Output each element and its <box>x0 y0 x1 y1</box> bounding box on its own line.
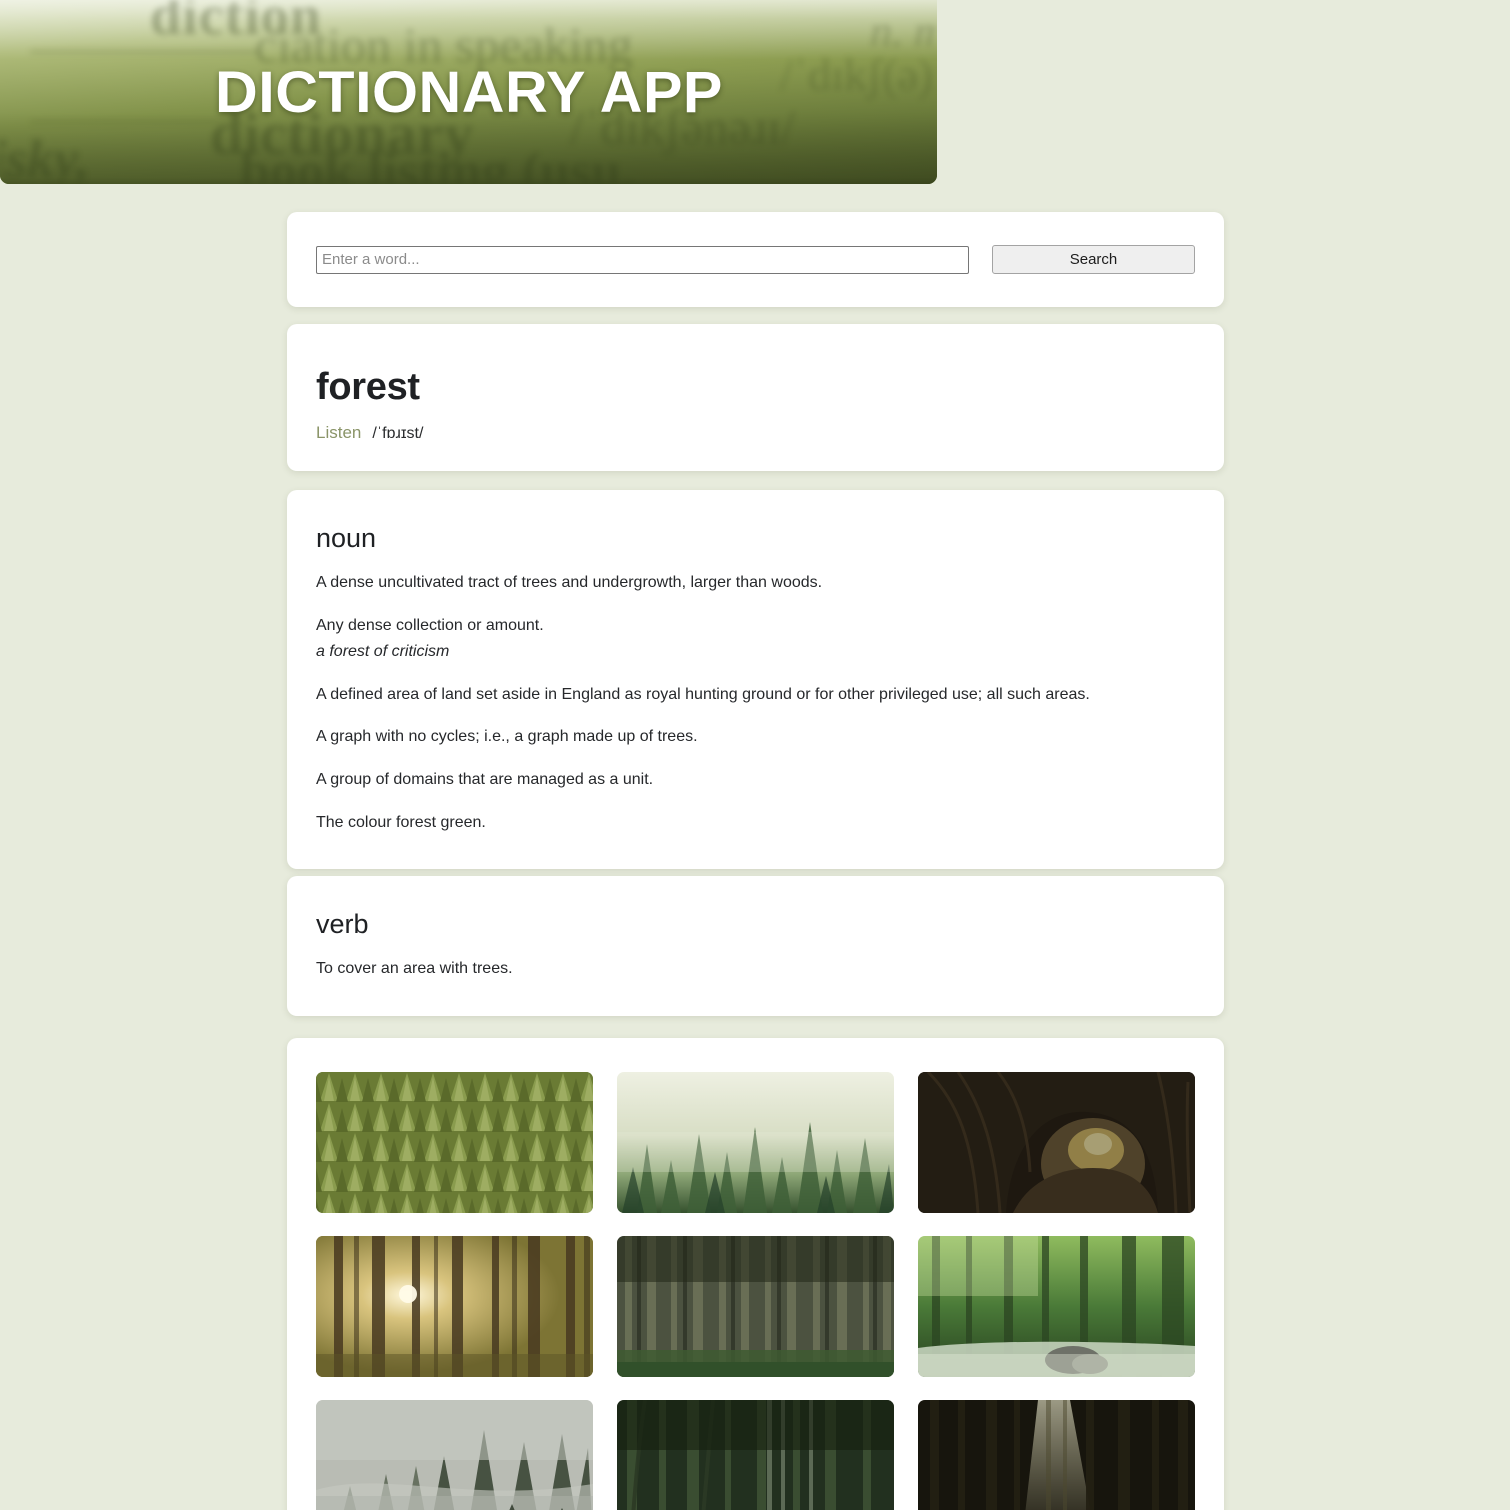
gallery-image-light-shaft-dark-forest[interactable] <box>918 1400 1195 1510</box>
definition-item: Any dense collection or amount. a forest… <box>316 615 1195 663</box>
definition-item: To cover an area with trees. <box>316 958 1195 980</box>
gallery-image-foggy-pine-slope[interactable] <box>316 1400 593 1510</box>
search-card: Search <box>287 212 1224 307</box>
gallery-image-sunburst-through-trunks[interactable] <box>316 1236 593 1377</box>
search-input[interactable] <box>316 245 969 274</box>
gallery-image-dark-tree-tunnel[interactable] <box>918 1072 1195 1213</box>
gallery-image-aerial-conifer-canopy[interactable] <box>316 1072 593 1213</box>
app-header: diction /ˈdɪkʃ(ə)n/ ciation in speaking … <box>0 0 937 184</box>
page-title: DICTIONARY APP <box>214 59 723 125</box>
image-gallery-grid <box>316 1072 1195 1510</box>
gallery-image-misty-spruce-ridge[interactable] <box>617 1072 894 1213</box>
definition-item: A graph with no cycles; i.e., a graph ma… <box>316 726 1195 748</box>
gallery-image-tall-straight-pines[interactable] <box>617 1236 894 1377</box>
definition-item: A group of domains that are managed as a… <box>316 769 1195 791</box>
definition-example: a forest of criticism <box>316 643 450 661</box>
definition-text: To cover an area with trees. <box>316 960 513 977</box>
definition-item: A defined area of land set aside in Engl… <box>316 684 1195 706</box>
word-card: forest Listen /ˈfɒɹɪst/ <box>287 324 1224 471</box>
definition-text: A group of domains that are managed as a… <box>316 770 654 788</box>
pronunciation-row: Listen /ˈfɒɹɪst/ <box>316 423 1195 443</box>
image-gallery-card <box>287 1038 1224 1510</box>
search-button[interactable]: Search <box>992 245 1195 274</box>
phonetic-transcription: /ˈfɒɹɪst/ <box>372 425 424 442</box>
gallery-image-dark-green-pine-stand[interactable] <box>617 1400 894 1510</box>
headword: forest <box>316 366 420 408</box>
definition-text: A defined area of land set aside in Engl… <box>316 685 1090 703</box>
header-bg-word: risky, <box>0 129 90 184</box>
gallery-image-mossy-stream-forest[interactable] <box>918 1236 1195 1377</box>
definition-item: A dense uncultivated tract of trees and … <box>316 572 1195 594</box>
part-of-speech-noun: noun A dense uncultivated tract of trees… <box>287 490 1224 870</box>
header-bg-word: book listing (usu. <box>240 141 635 184</box>
part-of-speech-verb: verb To cover an area with trees. <box>287 876 1224 1016</box>
part-of-speech-title: noun <box>316 523 377 553</box>
definition-text: Any dense collection or amount. <box>316 616 544 634</box>
definition-text: A dense uncultivated tract of trees and … <box>316 574 823 591</box>
listen-button[interactable]: Listen <box>316 423 361 443</box>
definition-text: A graph with no cycles; i.e., a graph ma… <box>316 728 698 746</box>
definition-text: The colour forest green. <box>316 813 486 831</box>
dictionary-app-page: diction /ˈdɪkʃ(ə)n/ ciation in speaking … <box>0 0 1510 1510</box>
part-of-speech-title: verb <box>316 909 369 939</box>
definition-item: The colour forest green. <box>316 812 1195 834</box>
header-bg-word: n. manner <box>870 7 937 56</box>
